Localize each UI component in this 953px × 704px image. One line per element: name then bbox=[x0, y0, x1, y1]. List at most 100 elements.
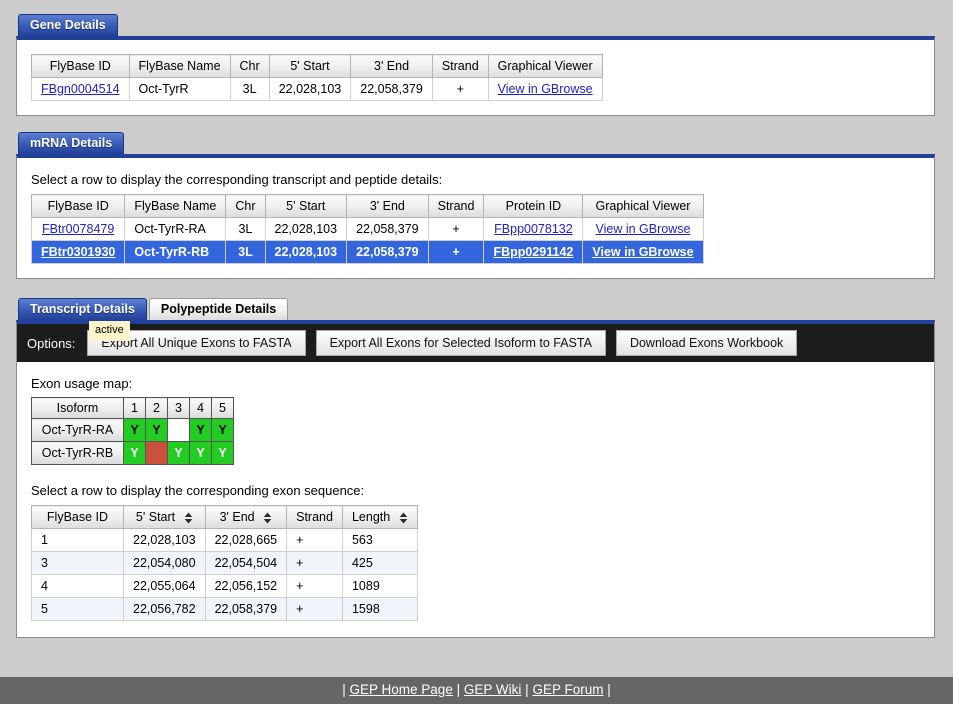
cell-5-start: 22,028,103 bbox=[264, 240, 348, 264]
exon-usage-map-table: Isoform 1 2 3 4 5 Oct-TyrR-RA Y Y Y Y Oc… bbox=[31, 397, 234, 465]
page-footer: | GEP Home Page | GEP Wiki | GEP Forum | bbox=[0, 677, 953, 704]
footer-link-gep-forum[interactable]: GEP Forum bbox=[532, 682, 603, 697]
exon-cell: Y bbox=[211, 441, 234, 465]
options-label: Options: bbox=[27, 335, 76, 351]
sort-icon[interactable] bbox=[263, 512, 272, 524]
col-strand[interactable]: Strand bbox=[431, 54, 489, 78]
mrna-details-table: FlyBase ID FlyBase Name Chr 5' Start 3' … bbox=[30, 194, 704, 264]
col-length-label: Length bbox=[351, 510, 391, 524]
cell-5-start: 22,055,064 bbox=[123, 574, 206, 598]
link-protein-id[interactable]: FBpp0291142 bbox=[493, 245, 573, 259]
cell-3-end: 22,058,379 bbox=[346, 240, 429, 264]
table-header-row: FlyBase ID FlyBase Name Chr 5' Start 3' … bbox=[30, 194, 704, 218]
cell-protein-id: FBpp0078132 bbox=[483, 217, 584, 241]
col-chr[interactable]: Chr bbox=[229, 54, 270, 78]
mrna-details-tabrow: mRNA Details bbox=[16, 130, 935, 154]
col-strand[interactable]: Strand bbox=[427, 194, 485, 218]
table-row[interactable]: FBtr0301930 Oct-TyrR-RB 3L 22,028,103 22… bbox=[30, 240, 704, 264]
link-flybase-id[interactable]: FBgn0004514 bbox=[41, 82, 120, 96]
tab-gene-details[interactable]: Gene Details bbox=[18, 14, 118, 36]
cell-flybase-id: 4 bbox=[31, 574, 124, 598]
col-5-start[interactable]: 5' Start bbox=[264, 194, 348, 218]
transcript-details-tabrow: Transcript Details Polypeptide Details bbox=[16, 296, 935, 320]
table-row[interactable]: 3 22,054,080 22,054,504 + 425 bbox=[31, 551, 418, 575]
col-flybase-id[interactable]: FlyBase ID bbox=[30, 194, 126, 218]
cell-flybase-id: 3 bbox=[31, 551, 124, 575]
cell-protein-id: FBpp0291142 bbox=[483, 240, 584, 264]
active-tooltip: active bbox=[89, 321, 130, 341]
cell-3-end: 22,054,504 bbox=[204, 551, 288, 575]
col-isoform: Isoform bbox=[31, 397, 124, 419]
col-chr[interactable]: Chr bbox=[225, 194, 266, 218]
cell-3-end: 22,058,379 bbox=[350, 77, 433, 101]
gene-details-tabrow: Gene Details bbox=[16, 12, 935, 36]
link-flybase-id[interactable]: FBtr0301930 bbox=[41, 245, 115, 259]
col-graphical-viewer[interactable]: Graphical Viewer bbox=[487, 54, 603, 78]
table-row[interactable]: FBgn0004514 Oct-TyrR 3L 22,028,103 22,05… bbox=[31, 77, 603, 101]
col-exon-4: 4 bbox=[189, 397, 212, 419]
sort-icon[interactable] bbox=[184, 512, 193, 524]
col-3-end[interactable]: 3' End bbox=[204, 505, 288, 529]
col-exon-3: 3 bbox=[167, 397, 190, 419]
footer-separator: | bbox=[456, 682, 461, 697]
cell-flybase-id: FBtr0301930 bbox=[30, 240, 126, 264]
link-view-gbrowse[interactable]: View in GBrowse bbox=[498, 82, 593, 96]
exon-cell bbox=[145, 441, 168, 465]
col-3-end[interactable]: 3' End bbox=[350, 54, 433, 78]
link-protein-id[interactable]: FBpp0078132 bbox=[494, 222, 573, 236]
cell-strand: + bbox=[286, 597, 343, 621]
cell-flybase-name: Oct-TyrR-RB bbox=[124, 240, 227, 264]
transcript-content: Exon usage map: Isoform 1 2 3 4 5 Oct-Ty… bbox=[17, 362, 934, 637]
col-3-end[interactable]: 3' End bbox=[346, 194, 429, 218]
exon-cell: Y bbox=[145, 418, 168, 442]
exon-cell: Y bbox=[167, 441, 190, 465]
table-row[interactable]: 1 22,028,103 22,028,665 + 563 bbox=[31, 528, 418, 552]
footer-separator: | bbox=[525, 682, 529, 697]
export-all-exons-selected-isoform-button[interactable]: Export All Exons for Selected Isoform to… bbox=[315, 330, 606, 356]
link-flybase-id[interactable]: FBtr0078479 bbox=[42, 222, 114, 236]
tab-transcript-details[interactable]: Transcript Details bbox=[18, 298, 147, 320]
tab-polypeptide-details[interactable]: Polypeptide Details bbox=[148, 298, 289, 320]
table-row[interactable]: 5 22,056,782 22,058,379 + 1598 bbox=[31, 597, 418, 621]
exon-cell: Y bbox=[123, 441, 146, 465]
transcript-details-body: Options: Export All Unique Exons to FAST… bbox=[16, 320, 935, 638]
cell-graphical-viewer: View in GBrowse bbox=[582, 240, 704, 264]
table-row[interactable]: 4 22,055,064 22,056,152 + 1089 bbox=[31, 574, 418, 598]
col-flybase-id[interactable]: FlyBase ID bbox=[31, 54, 130, 78]
col-flybase-name[interactable]: FlyBase Name bbox=[128, 54, 231, 78]
transcript-details-panel: Transcript Details Polypeptide Details O… bbox=[16, 296, 935, 638]
footer-link-gep-home-page[interactable]: GEP Home Page bbox=[350, 682, 453, 697]
application-page: Gene Details FlyBase ID FlyBase Name Chr… bbox=[0, 0, 953, 704]
cell-flybase-id: FBgn0004514 bbox=[31, 77, 130, 101]
col-strand[interactable]: Strand bbox=[286, 505, 343, 529]
mrna-details-panel: mRNA Details Select a row to display the… bbox=[16, 130, 935, 279]
cell-3-end: 22,056,152 bbox=[204, 574, 288, 598]
exon-map-row: Oct-TyrR-RB Y Y Y Y bbox=[31, 441, 234, 465]
download-exons-workbook-button[interactable]: Download Exons Workbook bbox=[615, 330, 798, 356]
col-protein-id[interactable]: Protein ID bbox=[483, 194, 584, 218]
col-flybase-id[interactable]: FlyBase ID bbox=[31, 505, 124, 529]
link-view-gbrowse[interactable]: View in GBrowse bbox=[592, 245, 693, 259]
cell-graphical-viewer: View in GBrowse bbox=[487, 77, 603, 101]
gene-details-body: FlyBase ID FlyBase Name Chr 5' Start 3' … bbox=[16, 36, 935, 116]
col-5-start[interactable]: 5' Start bbox=[268, 54, 352, 78]
footer-link-gep-wiki[interactable]: GEP Wiki bbox=[464, 682, 522, 697]
cell-strand: + bbox=[286, 551, 343, 575]
col-3-end-label: 3' End bbox=[219, 510, 255, 524]
sort-icon[interactable] bbox=[399, 512, 408, 524]
mrna-details-body: Select a row to display the correspondin… bbox=[16, 154, 935, 279]
col-length[interactable]: Length bbox=[341, 505, 418, 529]
col-flybase-name[interactable]: FlyBase Name bbox=[124, 194, 227, 218]
exon-map-row: Oct-TyrR-RA Y Y Y Y bbox=[31, 418, 234, 442]
exon-sequence-table: FlyBase ID 5' Start 3' End Strand Length… bbox=[31, 505, 418, 621]
col-strand-label: Strand bbox=[296, 510, 333, 524]
col-graphical-viewer[interactable]: Graphical Viewer bbox=[582, 194, 704, 218]
cell-strand: + bbox=[427, 240, 485, 264]
cell-strand: + bbox=[286, 574, 343, 598]
tab-mrna-details[interactable]: mRNA Details bbox=[18, 132, 125, 154]
link-view-gbrowse[interactable]: View in GBrowse bbox=[596, 222, 691, 236]
col-5-start[interactable]: 5' Start bbox=[123, 505, 206, 529]
table-row[interactable]: FBtr0078479 Oct-TyrR-RA 3L 22,028,103 22… bbox=[30, 217, 704, 241]
cell-5-start: 22,028,103 bbox=[268, 77, 352, 101]
cell-strand: + bbox=[431, 77, 489, 101]
